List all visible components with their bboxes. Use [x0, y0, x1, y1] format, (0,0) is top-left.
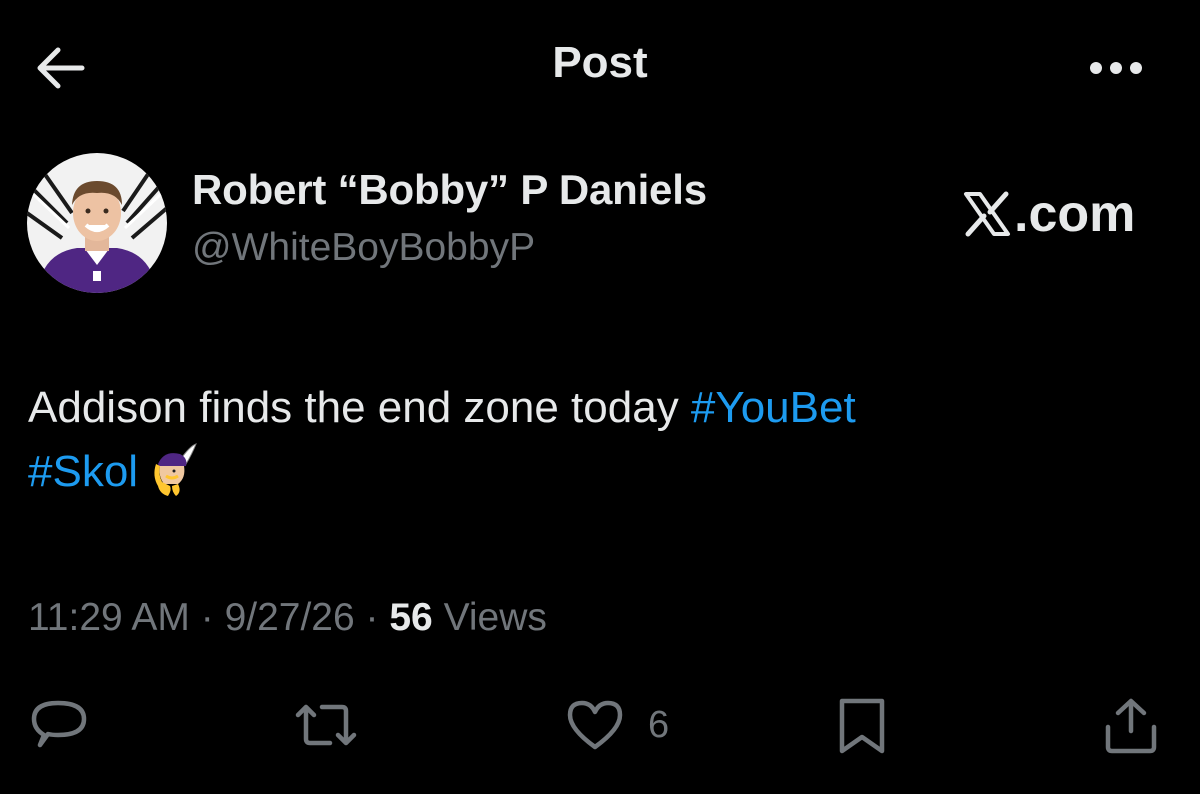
author-name[interactable]: Robert “Bobby” P Daniels [192, 166, 707, 214]
views-count[interactable]: 56 [389, 596, 432, 639]
reply-button[interactable] [26, 690, 92, 760]
page-title: Post [552, 38, 648, 87]
post-date: 9/27/26 [224, 596, 355, 639]
share-icon [1105, 698, 1157, 754]
meta-separator: · [189, 596, 225, 639]
bookmark-icon [839, 698, 885, 754]
watermark-text: .com [1014, 185, 1136, 243]
author-handle[interactable]: @WhiteBoyBobbyP [192, 226, 535, 270]
more-horizontal-icon [1090, 62, 1142, 74]
heart-icon [567, 700, 623, 750]
tweet-text-body: Addison finds the end zone today [28, 383, 691, 432]
repost-button[interactable] [292, 690, 360, 760]
hashtag-youbet[interactable]: #YouBet [691, 383, 856, 432]
more-button[interactable] [1080, 40, 1152, 96]
vikings-logo-icon [150, 442, 198, 516]
post-time: 11:29 AM [28, 596, 190, 639]
views-label[interactable]: Views [433, 596, 547, 639]
avatar[interactable] [27, 153, 167, 293]
back-button[interactable] [30, 40, 90, 96]
like-count: 6 [648, 703, 670, 746]
profile-photo [27, 153, 167, 293]
x-com-watermark: .com [962, 184, 1135, 244]
x-logo-icon [964, 191, 1010, 237]
like-button[interactable]: 6 [564, 690, 669, 760]
meta-separator: · [354, 596, 390, 639]
repost-icon [295, 704, 357, 746]
reply-icon [31, 700, 87, 748]
bookmark-button[interactable] [832, 690, 892, 760]
arrow-left-icon [37, 47, 85, 89]
hashtag-skol[interactable]: #Skol [28, 447, 138, 496]
action-bar: 6 [0, 690, 1200, 760]
share-button[interactable] [1100, 690, 1162, 760]
post-meta: 11:29 AM · 9/27/26 · 56 Views [28, 596, 547, 640]
top-bar: Post [0, 0, 1200, 132]
tweet-text: Addison finds the end zone today #YouBet… [28, 376, 1168, 516]
